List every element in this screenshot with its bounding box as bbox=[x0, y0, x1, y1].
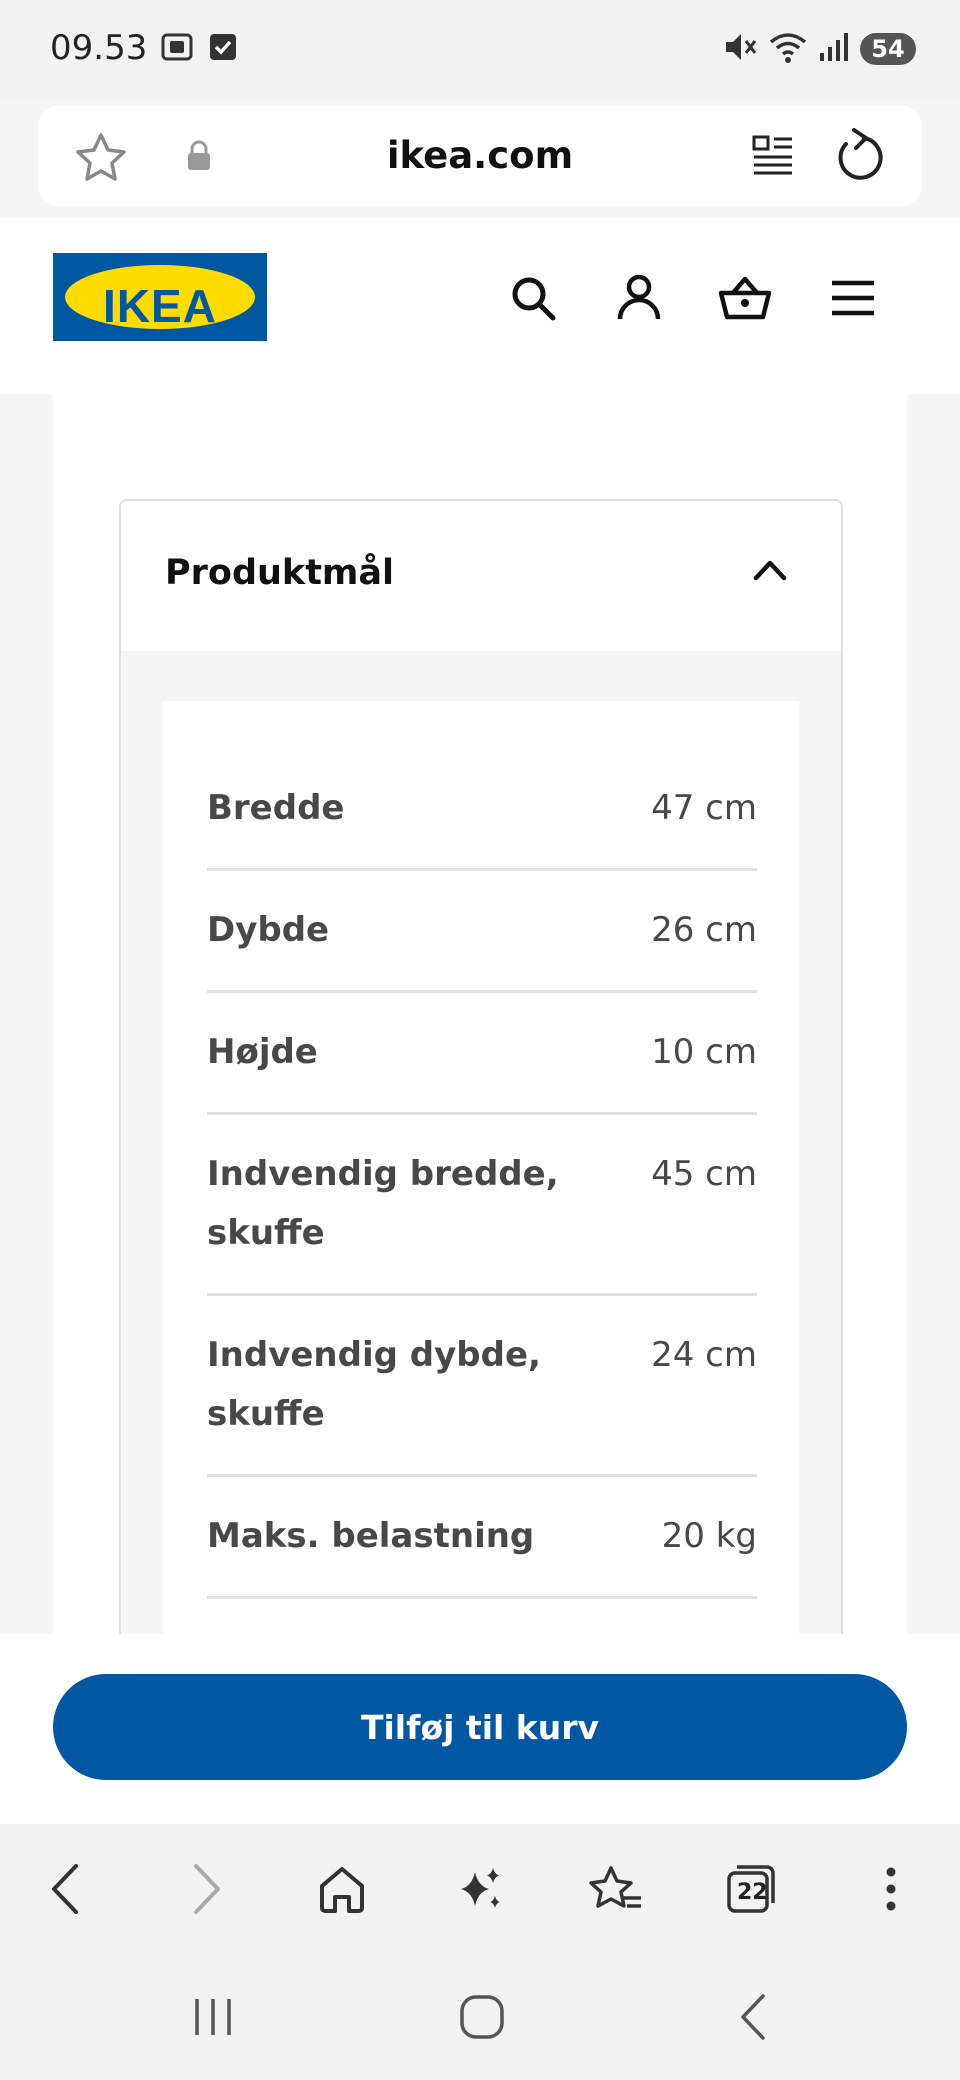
recent-apps-icon[interactable] bbox=[178, 1982, 248, 2052]
bookmarks-icon[interactable] bbox=[581, 1854, 651, 1924]
dimension-row: Bredde 47 cm bbox=[207, 755, 757, 871]
dimension-value: 24 cm bbox=[651, 1335, 757, 1375]
dimension-label: Indvendig bredde, skuffe bbox=[207, 1154, 559, 1253]
accordion-title: Produktmål bbox=[165, 553, 395, 593]
checkbox-notification-icon bbox=[208, 32, 238, 66]
home-button-icon[interactable] bbox=[447, 1982, 517, 2052]
search-icon[interactable] bbox=[503, 268, 563, 328]
chevron-up-icon[interactable] bbox=[753, 559, 787, 585]
dimension-label: Bredde bbox=[207, 788, 345, 828]
dimension-row: Indvendig dybde, skuffe 24 cm bbox=[207, 1296, 757, 1477]
system-navigation-bar bbox=[0, 1954, 960, 2080]
dimension-row: Højde 10 cm bbox=[207, 993, 757, 1115]
address-bar[interactable]: ikea.com bbox=[38, 106, 922, 206]
reload-icon[interactable] bbox=[834, 128, 886, 188]
battery-indicator: 54 bbox=[860, 33, 916, 65]
system-back-icon[interactable] bbox=[718, 1982, 788, 2052]
dimension-row: Indvendig bredde, skuffe 45 cm bbox=[207, 1115, 757, 1296]
tab-count: 22 bbox=[737, 1880, 768, 1905]
browser-toolbar: 22 bbox=[0, 1824, 960, 1954]
dimension-label: Maks. belastning bbox=[207, 1516, 535, 1556]
accordion-header[interactable]: Produktmål bbox=[121, 501, 841, 651]
forward-icon[interactable] bbox=[172, 1854, 242, 1924]
status-right-icons: 54 bbox=[722, 30, 916, 68]
dimension-value: 10 cm bbox=[651, 1032, 757, 1072]
dimension-label: Højde bbox=[207, 1032, 318, 1072]
dimension-label: Dybde bbox=[207, 910, 330, 950]
ikea-logo[interactable]: IKEA bbox=[53, 253, 267, 341]
dimension-value: 20 kg bbox=[661, 1516, 757, 1556]
site-header: IKEA bbox=[0, 218, 960, 394]
user-account-icon[interactable] bbox=[609, 268, 669, 328]
dimensions-list: Bredde 47 cm Dybde 26 cm Højde 10 cm Ind… bbox=[207, 755, 757, 1599]
status-time: 09.53 bbox=[50, 28, 148, 68]
dimensions-panel: Bredde 47 cm Dybde 26 cm Højde 10 cm Ind… bbox=[163, 701, 799, 1699]
wifi-icon bbox=[768, 30, 808, 68]
product-dimensions-accordion: Produktmål Bredde 47 cm Dybde 26 cm Højd… bbox=[119, 499, 843, 1699]
dimension-value: 45 cm bbox=[651, 1154, 757, 1194]
ai-sparkle-icon[interactable] bbox=[445, 1854, 515, 1924]
product-details-card: Produktmål Bredde 47 cm Dybde 26 cm Højd… bbox=[53, 394, 907, 1699]
dimension-value: 47 cm bbox=[651, 788, 757, 828]
back-icon[interactable] bbox=[30, 1854, 100, 1924]
signal-icon bbox=[818, 31, 850, 67]
status-bar: 09.53 54 bbox=[0, 0, 960, 100]
screenshot-icon bbox=[160, 32, 194, 66]
dimension-row: Maks. belastning 20 kg bbox=[207, 1477, 757, 1599]
logo-text: IKEA bbox=[103, 280, 217, 332]
shopping-basket-icon[interactable] bbox=[715, 268, 775, 328]
hamburger-menu-icon[interactable] bbox=[823, 268, 883, 328]
more-options-icon[interactable] bbox=[856, 1854, 926, 1924]
dimension-label: Indvendig dybde, skuffe bbox=[207, 1335, 541, 1434]
mute-icon bbox=[722, 30, 758, 68]
dimension-value: 26 cm bbox=[651, 910, 757, 950]
status-left-icons bbox=[160, 32, 238, 66]
add-to-cart-button[interactable]: Tilføj til kurv bbox=[53, 1674, 907, 1780]
home-icon[interactable] bbox=[307, 1854, 377, 1924]
logo-oval: IKEA bbox=[65, 265, 255, 332]
reader-mode-icon[interactable] bbox=[752, 134, 794, 180]
add-to-cart-bar: Tilføj til kurv bbox=[0, 1634, 960, 1824]
dimension-row: Dybde 26 cm bbox=[207, 871, 757, 993]
tabs-icon[interactable]: 22 bbox=[716, 1854, 786, 1924]
